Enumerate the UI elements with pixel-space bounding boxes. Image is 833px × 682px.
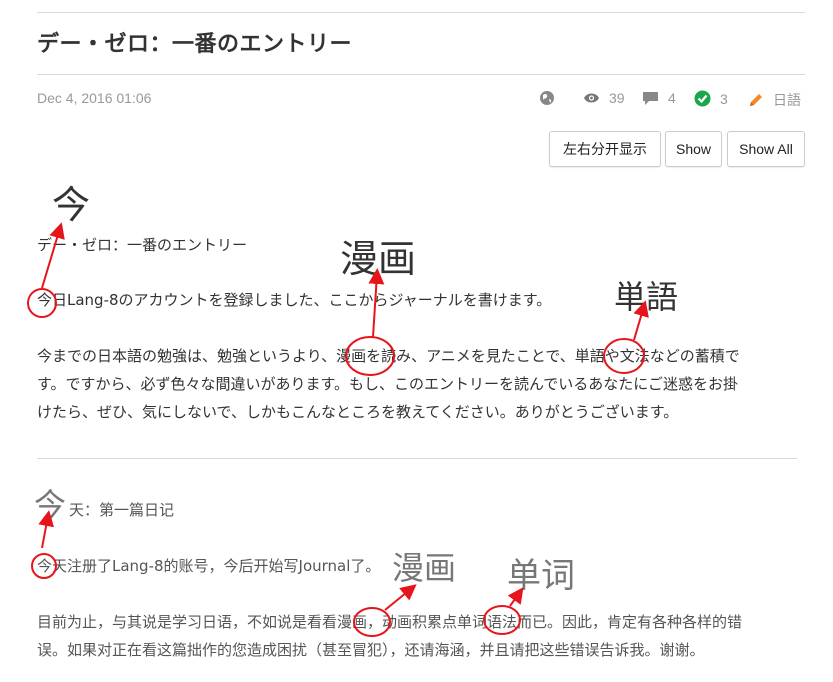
annotation-overlay bbox=[27, 222, 649, 637]
circle-tango bbox=[603, 338, 645, 374]
arrow-manhua bbox=[384, 584, 417, 611]
arrow-manga bbox=[368, 268, 385, 338]
circle-danci bbox=[483, 605, 521, 635]
circle-kon bbox=[27, 288, 57, 318]
arrow-kon bbox=[41, 222, 65, 289]
circle-manhua bbox=[353, 607, 391, 637]
circle-jin-text bbox=[31, 553, 57, 579]
arrow-tango bbox=[633, 300, 649, 341]
circle-manga bbox=[345, 336, 395, 376]
arrow-jin bbox=[38, 510, 55, 549]
arrow-danci bbox=[507, 587, 524, 607]
